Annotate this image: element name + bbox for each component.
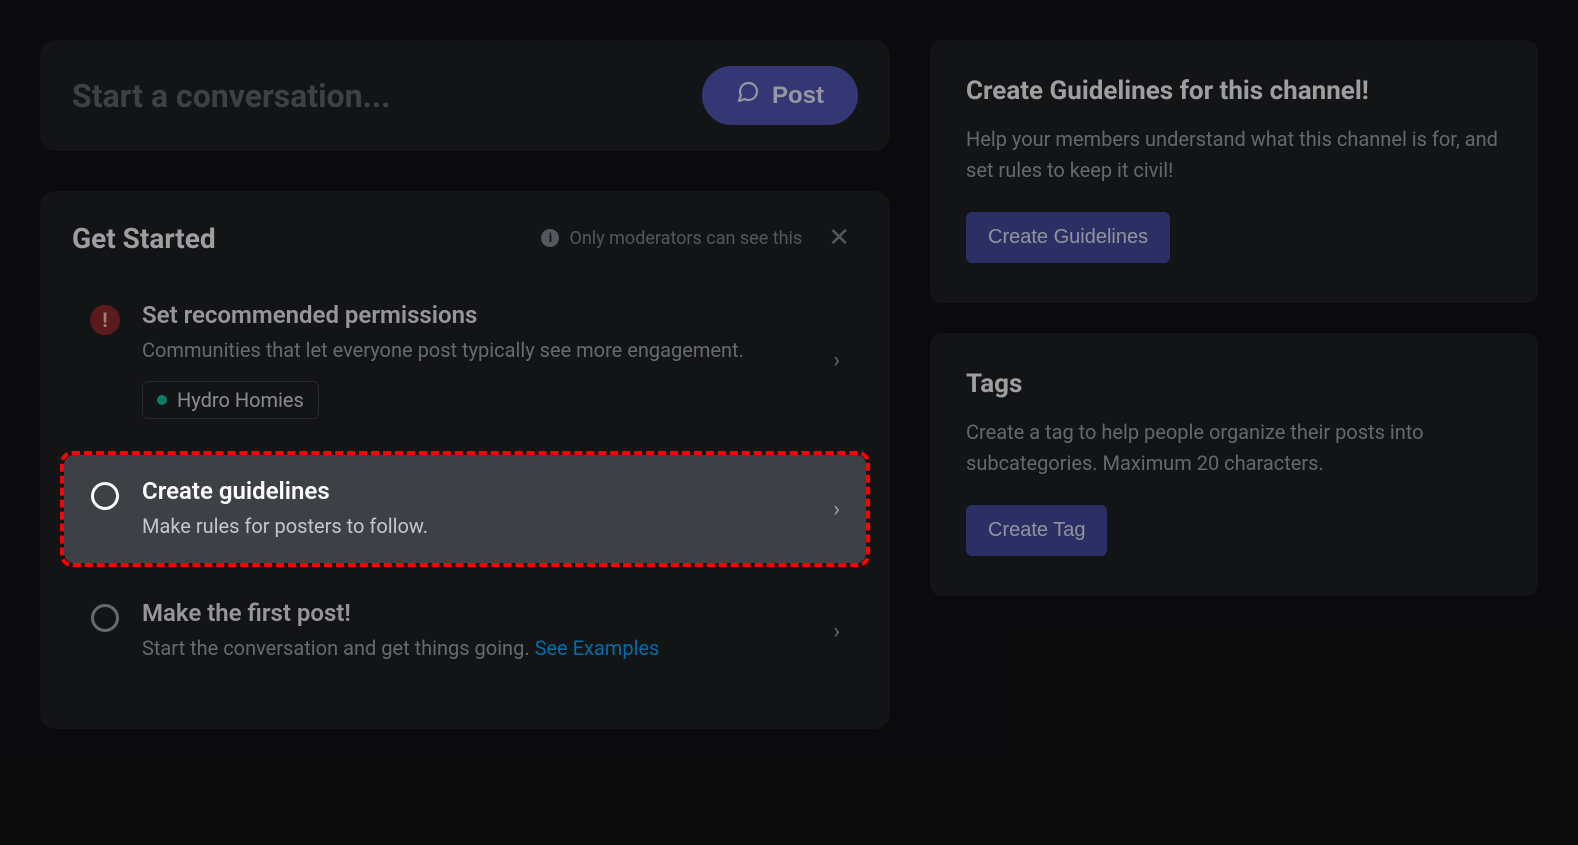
guidelines-side-card: Create Guidelines for this channel! Help… [930,40,1538,303]
info-icon: i [541,229,559,247]
comment-icon [736,80,760,111]
permissions-item-desc: Communities that let everyone post typic… [142,335,811,365]
role-chip-label: Hydro Homies [177,388,304,412]
moderator-note: i Only moderators can see this [541,228,802,249]
chevron-right-icon: › [833,497,840,522]
role-dot-icon [157,395,167,405]
tags-side-card: Tags Create a tag to help people organiz… [930,333,1538,596]
permissions-item-title: Set recommended permissions [142,301,811,329]
start-conversation-card[interactable]: Start a conversation... Post [40,40,890,151]
firstpost-item-title: Make the first post! [142,599,811,627]
firstpost-item-desc: Start the conversation and get things go… [142,636,535,660]
guidelines-item-desc: Make rules for posters to follow. [142,511,811,541]
right-column: Create Guidelines for this channel! Help… [930,40,1538,596]
role-chip[interactable]: Hydro Homies [142,381,319,419]
guidelines-side-desc: Help your members understand what this c… [966,124,1502,186]
main-container: Start a conversation... Post Get Started… [0,0,1578,769]
guidelines-side-title: Create Guidelines for this channel! [966,76,1502,106]
left-column: Start a conversation... Post Get Started… [40,40,890,729]
unchecked-icon [90,481,120,511]
unchecked-icon [90,603,120,633]
create-tag-button[interactable]: Create Tag [966,505,1107,556]
start-conversation-placeholder: Start a conversation... [72,77,390,115]
get-started-item-permissions[interactable]: ! Set recommended permissions Communitie… [64,279,866,441]
tags-side-title: Tags [966,369,1502,399]
alert-icon: ! [90,305,120,335]
see-examples-link[interactable]: See Examples [535,636,660,660]
chevron-right-icon: › [833,348,840,373]
post-button[interactable]: Post [702,66,858,125]
post-button-label: Post [772,82,824,110]
tags-side-desc: Create a tag to help people organize the… [966,417,1502,479]
chevron-right-icon: › [833,619,840,644]
close-get-started-button[interactable]: ✕ [820,221,858,255]
get-started-panel: Get Started i Only moderators can see th… [40,191,890,729]
get-started-item-guidelines[interactable]: Create guidelines Make rules for posters… [64,455,866,563]
create-guidelines-button[interactable]: Create Guidelines [966,212,1170,263]
get-started-item-firstpost[interactable]: Make the first post! Start the conversat… [64,577,866,685]
get-started-header: Get Started i Only moderators can see th… [64,221,866,279]
guidelines-item-title: Create guidelines [142,477,811,505]
moderator-note-text: Only moderators can see this [569,228,802,249]
get-started-title: Get Started [72,222,216,255]
